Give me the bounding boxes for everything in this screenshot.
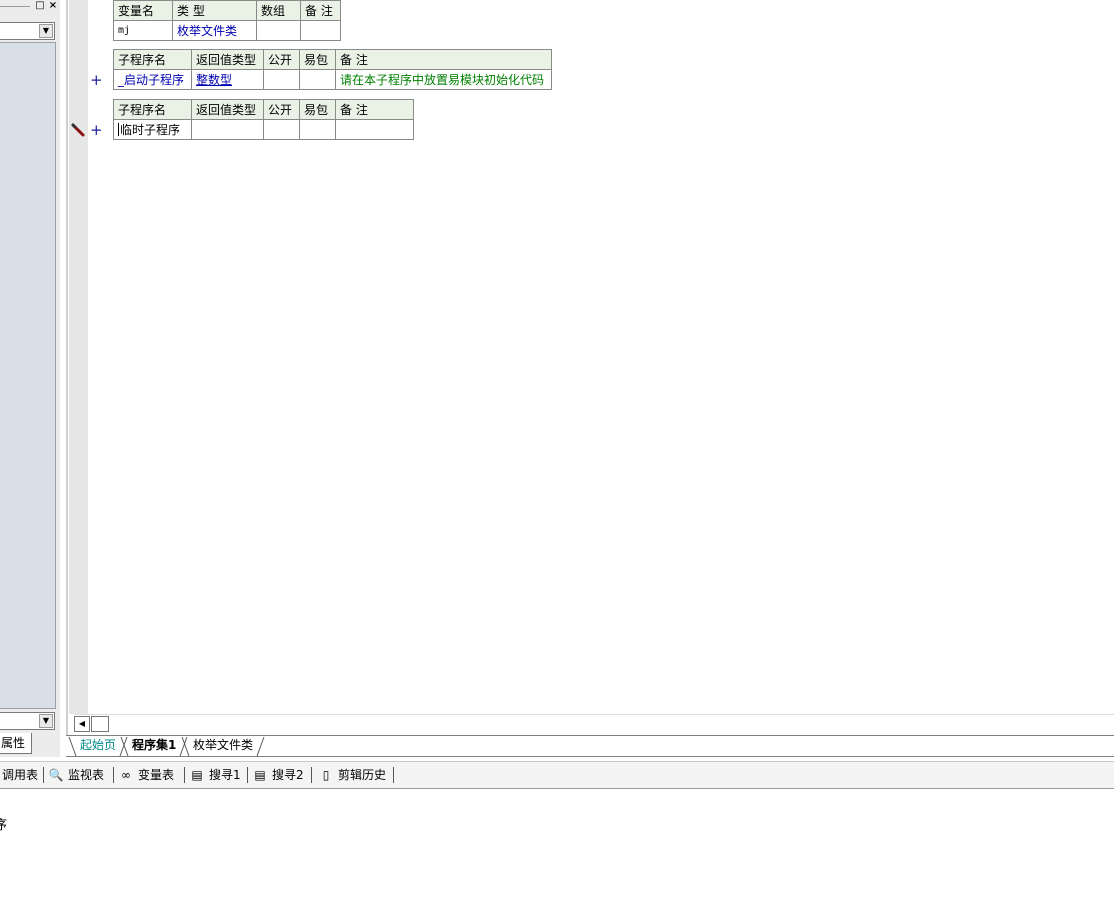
pencil-icon: [71, 123, 85, 137]
table-header-row: 子程序名 返回值类型 公开 易包 备 注: [113, 99, 414, 120]
watch-table-label: 监视表: [68, 768, 105, 782]
tab-program-set-1[interactable]: 程序集1: [122, 736, 186, 756]
editor-divider: [66, 0, 68, 735]
ide-window: □ × ▼ ▼ 属性 变量名 类 型 数组 备 注 mj 枚举文件类 + 子程序…: [0, 0, 1114, 915]
panel-title-line: [0, 6, 30, 7]
editor-gutter: [69, 0, 88, 714]
text-cursor: [118, 123, 119, 136]
header-cell: 备 注: [335, 99, 414, 120]
glasses-icon: ∞: [121, 768, 131, 782]
scroll-left-icon[interactable]: ◀: [74, 716, 90, 732]
variable-table-label: 变量表: [138, 768, 175, 782]
project-tree[interactable]: [0, 42, 56, 709]
variable-table-button[interactable]: ∞ 变量表: [118, 766, 174, 784]
table-header-row: 子程序名 返回值类型 公开 易包 备 注: [113, 49, 552, 70]
subroutine-name-text: 临时子程序: [120, 123, 181, 137]
plus-icon[interactable]: +: [90, 73, 103, 88]
search-1-label: 搜寻1: [209, 768, 241, 782]
toolbar-separator: [113, 767, 114, 783]
property-dropdown[interactable]: ▼: [0, 712, 55, 730]
subroutine-name-cell[interactable]: _启动子程序: [113, 69, 192, 90]
watch-table-button[interactable]: 🔍 监视表: [48, 766, 105, 784]
variable-note-cell[interactable]: [300, 20, 341, 41]
subroutine-table: 子程序名 返回值类型 公开 易包 备 注 临时子程序: [113, 99, 414, 140]
scroll-thumb[interactable]: [91, 716, 109, 732]
search-2-label: 搜寻2: [272, 768, 304, 782]
header-cell: 返回值类型: [191, 99, 264, 120]
header-cell: 易包: [299, 49, 336, 70]
table-header-row: 变量名 类 型 数组 备 注: [113, 0, 341, 21]
search-page-icon: ▤: [254, 768, 266, 782]
public-cell[interactable]: [263, 69, 300, 90]
search-page-icon: ▤: [191, 768, 203, 782]
toolbar-separator: [247, 767, 248, 783]
return-type-cell[interactable]: 整数型: [191, 69, 264, 90]
note-cell[interactable]: [335, 119, 414, 140]
header-cell: 备 注: [335, 49, 552, 70]
public-cell[interactable]: [263, 119, 300, 140]
horizontal-scrollbar[interactable]: ◀: [74, 714, 1114, 732]
variable-table: 变量名 类 型 数组 备 注 mj 枚举文件类: [113, 0, 341, 41]
header-cell: 易包: [299, 99, 336, 120]
tab-enum-file-class[interactable]: 枚举文件类: [183, 736, 263, 756]
output-panel[interactable]: 序: [0, 790, 1114, 915]
return-type-cell[interactable]: [191, 119, 264, 140]
object-dropdown[interactable]: ▼: [0, 22, 55, 40]
plus-icon[interactable]: +: [90, 123, 103, 138]
note-cell[interactable]: 请在本子程序中放置易模块初始化代码: [335, 69, 552, 90]
header-cell: 数组: [256, 0, 301, 21]
chevron-down-icon[interactable]: ▼: [39, 714, 53, 728]
call-table-label: 调用表: [2, 768, 39, 782]
editor-tabbar: 起始页 程序集1 枚举文件类: [66, 735, 1114, 757]
easy-package-cell[interactable]: [299, 69, 336, 90]
header-cell: 返回值类型: [191, 49, 264, 70]
header-cell: 子程序名: [113, 99, 192, 120]
subroutine-name-cell[interactable]: 临时子程序: [113, 119, 192, 140]
header-cell: 备 注: [300, 0, 341, 21]
restore-icon[interactable]: □: [34, 0, 46, 12]
clip-history-button[interactable]: ▯ 剪辑历史: [318, 766, 386, 784]
toolbar-separator: [393, 767, 394, 783]
search-2-button[interactable]: ▤ 搜寻2: [252, 766, 304, 784]
variable-array-cell[interactable]: [256, 20, 301, 41]
toolbar-separator: [184, 767, 185, 783]
header-cell: 变量名: [113, 0, 173, 21]
code-editor[interactable]: 变量名 类 型 数组 备 注 mj 枚举文件类 + 子程序名 返回值类型 公开: [66, 0, 1114, 735]
magnifier-icon: 🔍: [48, 768, 64, 782]
tab-start-page[interactable]: 起始页: [70, 736, 126, 756]
left-panel: □ × ▼ ▼: [0, 0, 60, 757]
chevron-down-icon[interactable]: ▼: [39, 24, 53, 38]
call-table-button[interactable]: 调用表: [2, 766, 38, 784]
table-row[interactable]: mj 枚举文件类: [113, 20, 341, 41]
toolbar-separator: [43, 767, 44, 783]
subroutine-table: 子程序名 返回值类型 公开 易包 备 注 _启动子程序 整数型 请在本子程序中放…: [113, 49, 552, 90]
clipboard-icon: ▯: [322, 768, 330, 782]
toolbar-separator: [311, 767, 312, 783]
bottom-toolbar: 调用表 🔍 监视表 ∞ 变量表 ▤ 搜寻1 ▤ 搜寻2 ▯ 剪辑历史: [0, 761, 1114, 789]
clip-history-label: 剪辑历史: [338, 768, 387, 782]
search-1-button[interactable]: ▤ 搜寻1: [189, 766, 241, 784]
output-text: 序: [0, 818, 8, 833]
easy-package-cell[interactable]: [299, 119, 336, 140]
variable-type-cell[interactable]: 枚举文件类: [172, 20, 257, 41]
table-row[interactable]: 临时子程序: [113, 119, 414, 140]
close-icon[interactable]: ×: [47, 0, 59, 12]
tab-property[interactable]: 属性: [0, 733, 32, 754]
table-row[interactable]: _启动子程序 整数型 请在本子程序中放置易模块初始化代码: [113, 69, 552, 90]
header-cell: 公开: [263, 99, 300, 120]
header-cell: 类 型: [172, 0, 257, 21]
header-cell: 公开: [263, 49, 300, 70]
header-cell: 子程序名: [113, 49, 192, 70]
left-tabbar: 属性: [0, 733, 66, 755]
variable-name-cell[interactable]: mj: [113, 20, 173, 41]
